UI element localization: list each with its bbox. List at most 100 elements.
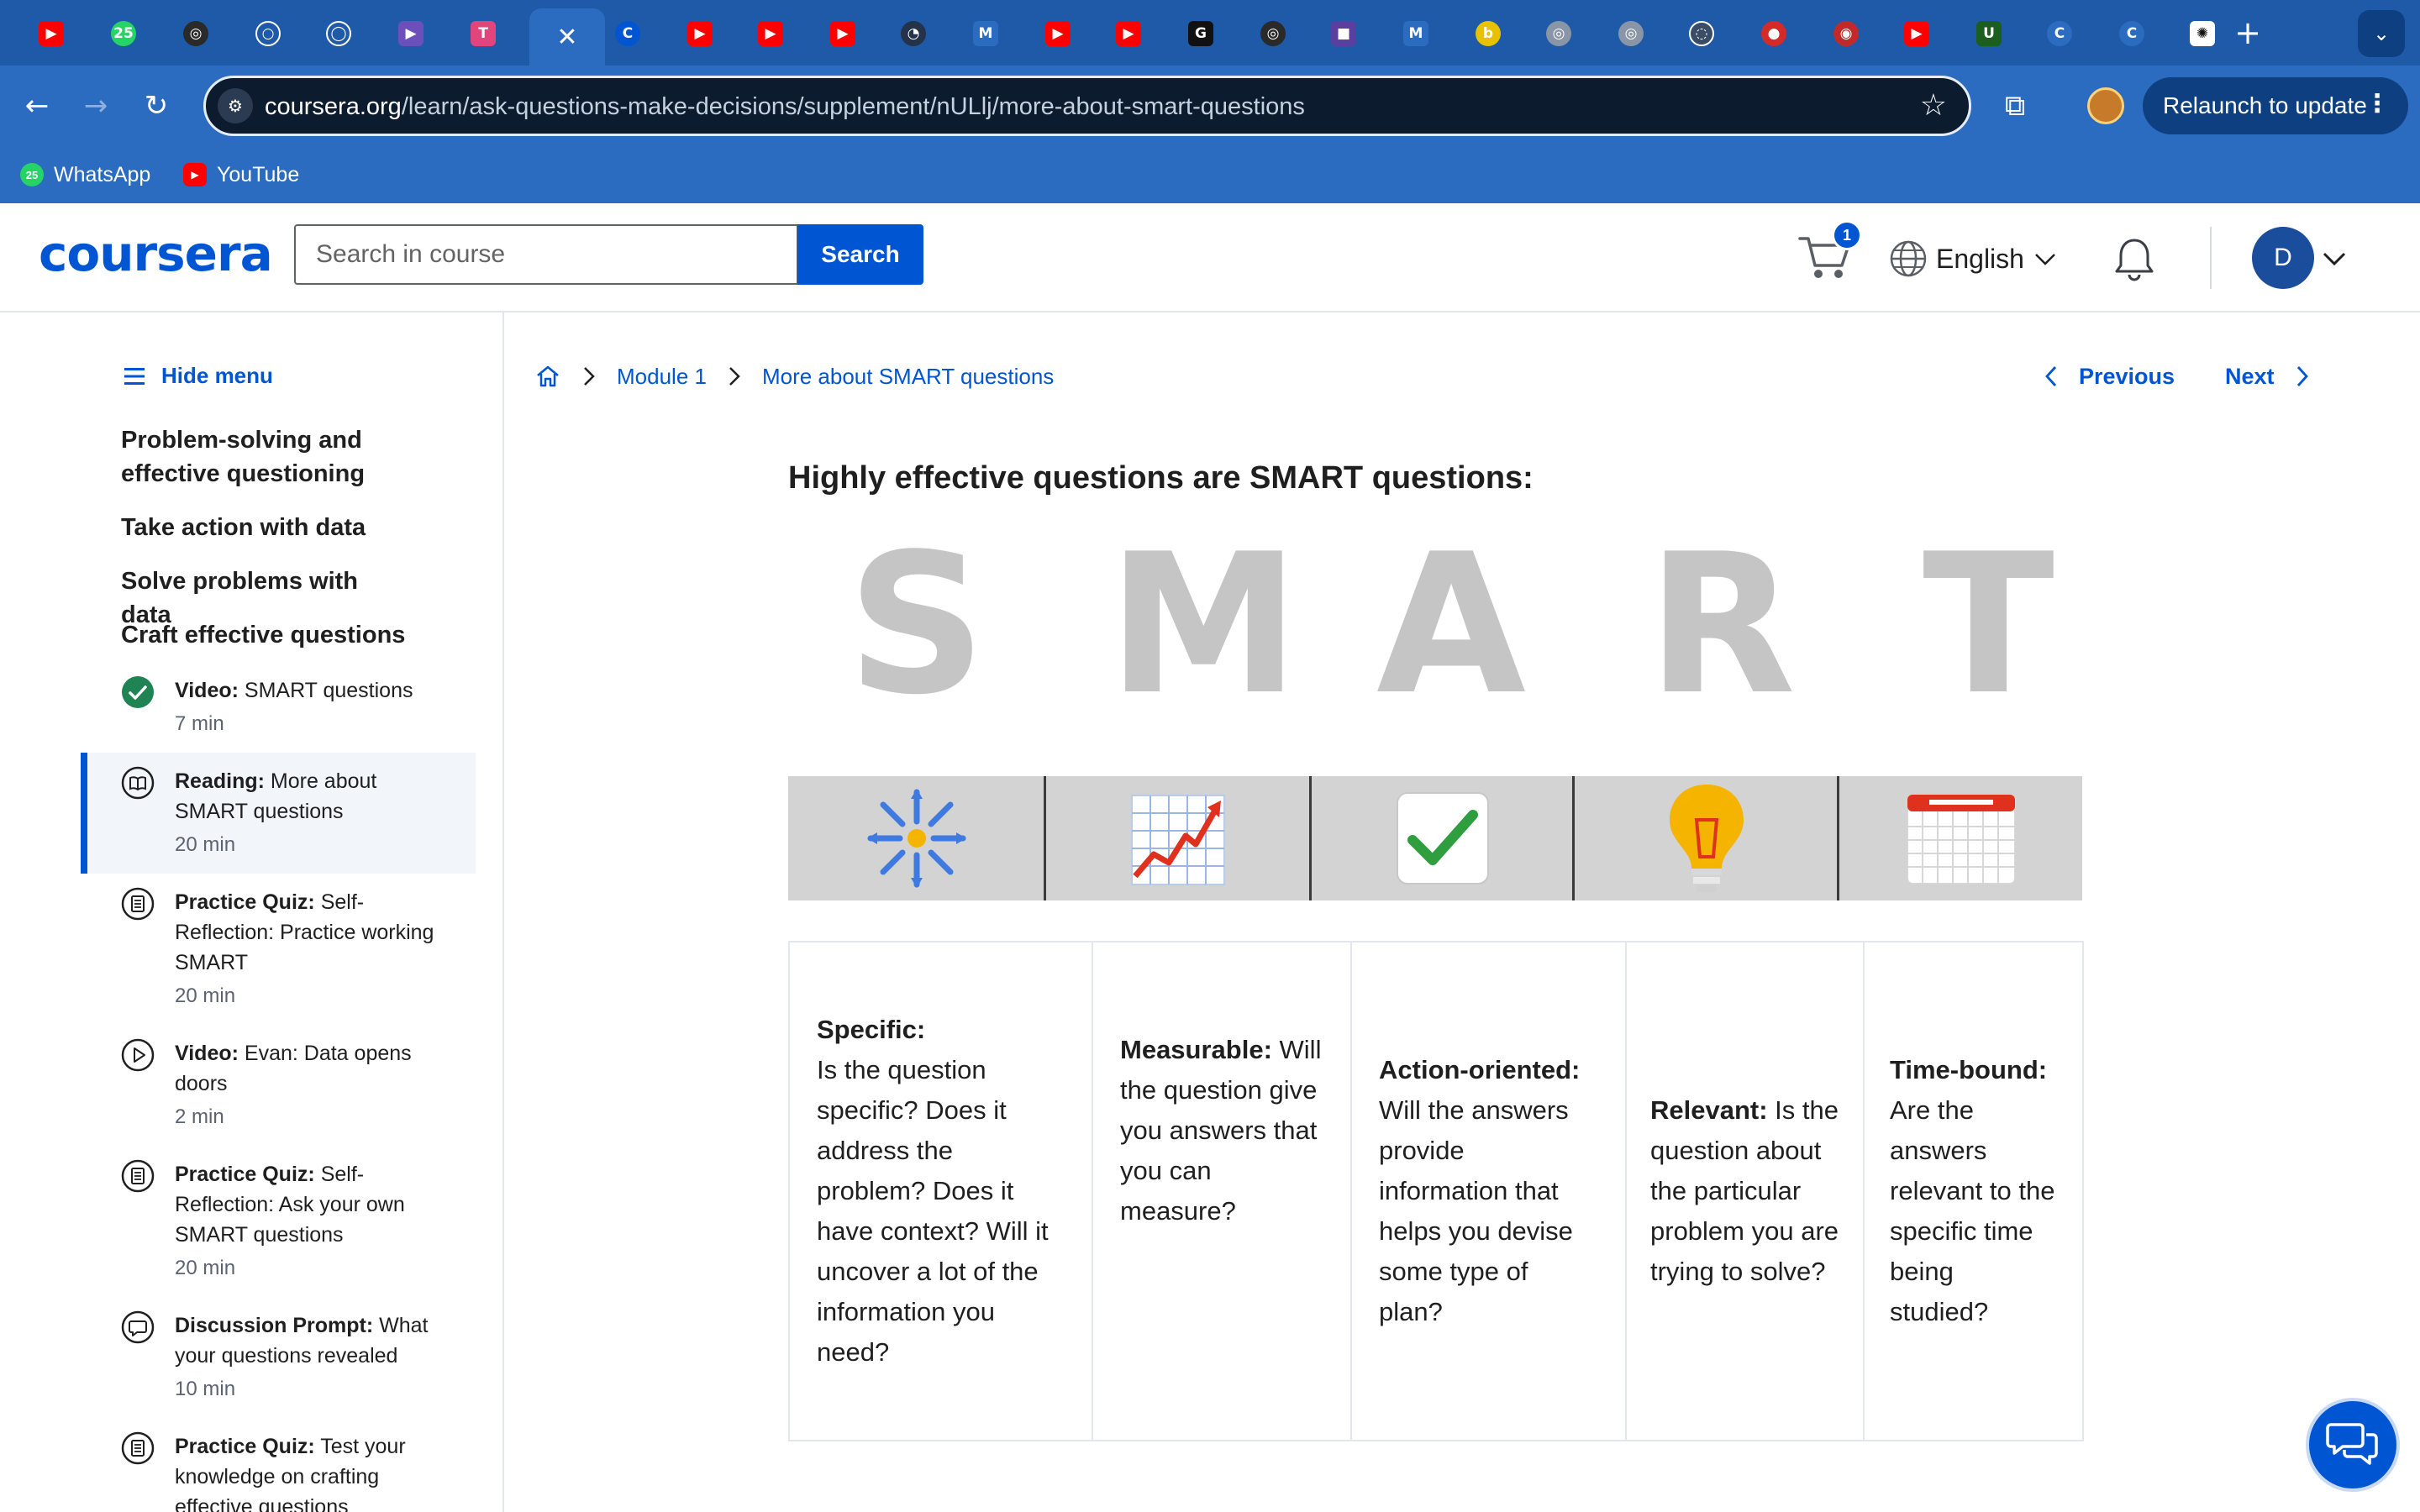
browser-tab[interactable]: ◉ (1823, 13, 1869, 54)
browser-tab[interactable]: ◎ (1250, 13, 1296, 54)
browser-tab[interactable]: ▶ (1035, 13, 1081, 54)
user-avatar[interactable]: D (2252, 227, 2314, 289)
bookmark-whatsapp[interactable]: 25 WhatsApp (20, 158, 150, 192)
browser-tab[interactable]: ✺ (2180, 13, 2225, 54)
smart-letters-graphic: S M A R T (788, 529, 2082, 722)
table-cell-action-oriented: Action-oriented: Will the answers provide… (1350, 941, 1627, 1441)
sidebar-item-text: Reading: More about SMART questions 20 mi… (175, 769, 377, 856)
lightbulb-icon (1669, 785, 1744, 892)
play-circle-icon (121, 1038, 155, 1072)
new-tab-button[interactable]: + (2228, 12, 2267, 54)
home-icon[interactable] (534, 363, 561, 390)
course-search-input[interactable] (294, 224, 798, 285)
search-button[interactable]: Search (797, 224, 923, 285)
active-tab[interactable]: ✕ (529, 8, 605, 66)
browser-tab[interactable]: ● (1751, 13, 1797, 54)
hide-menu-button[interactable]: Hide menu (123, 363, 273, 389)
hide-menu-label: Hide menu (161, 363, 273, 388)
sidebar-item-video-smart-questions[interactable]: Video: SMART questions 7 min (81, 675, 476, 759)
youtube-icon: ▶ (1045, 21, 1071, 46)
sidebar-item-text: Practice Quiz: Self-Reflection: Practice… (175, 890, 434, 1007)
language-selector[interactable]: English (1889, 239, 2058, 279)
more-menu-icon[interactable]: ⋮ (2365, 89, 2390, 118)
browser-tab[interactable]: M (1393, 13, 1439, 54)
browser-tab[interactable]: ◎ (173, 13, 218, 54)
compass-icon: ◔ (901, 21, 926, 46)
browser-tab[interactable]: ▶ (1894, 13, 1939, 54)
breadcrumb-module-link[interactable]: Module 1 (617, 364, 707, 390)
browser-tab[interactable]: ▶ (29, 13, 74, 54)
browser-tab[interactable]: U (1966, 13, 2012, 54)
browser-profile-avatar[interactable] (2087, 87, 2124, 124)
browser-tab[interactable]: M (963, 13, 1008, 54)
table-row: Specific: Is the question specific? Does … (788, 941, 2084, 1441)
site-info-icon[interactable]: ⚙ (218, 88, 253, 123)
sidebar-section-take-action[interactable]: Take action with data (121, 511, 407, 544)
sidebar-item-practice-quiz-working-smart[interactable]: Practice Quiz: Self-Reflection: Practice… (81, 887, 476, 1007)
back-button[interactable]: ← (13, 82, 60, 129)
bookmark-youtube[interactable]: ▶ YouTube (183, 158, 299, 192)
browser-tab[interactable]: ◯ (316, 13, 361, 54)
sidebar-item-discussion-prompt[interactable]: Discussion Prompt: What your questions r… (81, 1310, 476, 1400)
strip-cell-specific (788, 776, 1045, 900)
browser-tab[interactable]: ◌ (1679, 13, 1724, 54)
sidebar-section-problem-solving[interactable]: Problem-solving and effective questionin… (121, 423, 407, 491)
sidebar-item-practice-quiz-test-knowledge[interactable]: Practice Quiz: Test your knowledge on cr… (81, 1431, 476, 1512)
reload-button[interactable]: ↻ (133, 82, 180, 129)
browser-tab[interactable]: 25 (101, 13, 146, 54)
play-store-icon: ▶ (398, 21, 424, 46)
chevron-down-icon[interactable] (2321, 245, 2348, 272)
browser-tab[interactable]: C (2037, 13, 2082, 54)
url-text[interactable]: coursera.org/learn/ask-questions-make-de… (265, 93, 1305, 121)
strip-cell-time (1839, 776, 2082, 900)
relaunch-button[interactable]: Relaunch to update ⋮ (2143, 77, 2408, 134)
coursera-logo[interactable]: coursera (39, 225, 273, 282)
youtube-icon: ▶ (39, 21, 64, 46)
sidebar-item-text: Practice Quiz: Self-Reflection: Ask your… (175, 1163, 405, 1279)
sidebar-item-video-evan[interactable]: Video: Evan: Data opens doors 2 min (81, 1038, 476, 1128)
coursera-icon: C (2119, 21, 2144, 46)
sidebar-item-reading-more-about-smart[interactable]: Reading: More about SMART questions 20 mi… (81, 753, 476, 874)
breadcrumb-current[interactable]: More about SMART questions (762, 364, 1054, 390)
browser-tab[interactable]: ▶ (677, 13, 723, 54)
browser-tab[interactable]: ▶ (1106, 13, 1151, 54)
browser-tab[interactable]: C (2109, 13, 2154, 54)
coursera-icon: C (615, 21, 640, 46)
bookmark-star-icon[interactable]: ☆ (1920, 88, 1947, 123)
target-icon: ◎ (1546, 21, 1571, 46)
sidebar-item-practice-quiz-ask-own[interactable]: Practice Quiz: Self-Reflection: Ask your… (81, 1159, 476, 1279)
browser-tab[interactable]: G (1178, 13, 1223, 54)
previous-label: Previous (2079, 363, 2175, 389)
table-cell-measurable: Measurable: Will the question give you a… (1092, 941, 1352, 1441)
browser-tab[interactable]: C (605, 13, 650, 54)
browser-tab[interactable]: ▶ (748, 13, 793, 54)
t-badge-icon: T (471, 21, 496, 46)
browser-tab[interactable]: b (1465, 13, 1511, 54)
next-button[interactable]: Next (2225, 360, 2312, 393)
browser-tab[interactable]: T (460, 13, 506, 54)
myunt-icon: U (1976, 21, 2002, 46)
browser-tab[interactable]: ■ (1321, 13, 1366, 54)
chat-assistant-button[interactable] (2306, 1398, 2400, 1492)
quiz-icon (121, 1431, 155, 1465)
calendar-icon (1906, 794, 2016, 885)
extensions-icon[interactable]: ⧉ (1991, 82, 2039, 129)
strip-cell-relevant (1575, 776, 1838, 900)
address-bar[interactable]: ⚙ coursera.org/learn/ask-questions-make-… (203, 76, 1971, 136)
sidebar-section-craft-questions[interactable]: Craft effective questions (121, 618, 407, 652)
browser-tab[interactable]: ◎ (1536, 13, 1581, 54)
tab-search-button[interactable]: ⌄ (2358, 10, 2405, 57)
smart-definitions-table: Specific: Is the question specific? Does … (788, 941, 2084, 1441)
notification-bell-icon[interactable] (2109, 234, 2160, 284)
smart-icon-strip (788, 776, 2082, 900)
forward-button[interactable]: → (72, 82, 119, 129)
youtube-icon: ▶ (758, 21, 783, 46)
browser-tab[interactable]: ◎ (1608, 13, 1654, 54)
course-sidebar: Hide menu Problem-solving and effective … (0, 312, 504, 1512)
browser-tab[interactable]: ▶ (820, 13, 865, 54)
close-icon[interactable]: ✕ (555, 23, 580, 52)
browser-tab[interactable]: ▶ (388, 13, 434, 54)
browser-tab[interactable]: ○ (245, 13, 291, 54)
previous-button[interactable]: Previous (2042, 360, 2175, 393)
browser-tab[interactable]: ◔ (891, 13, 936, 54)
